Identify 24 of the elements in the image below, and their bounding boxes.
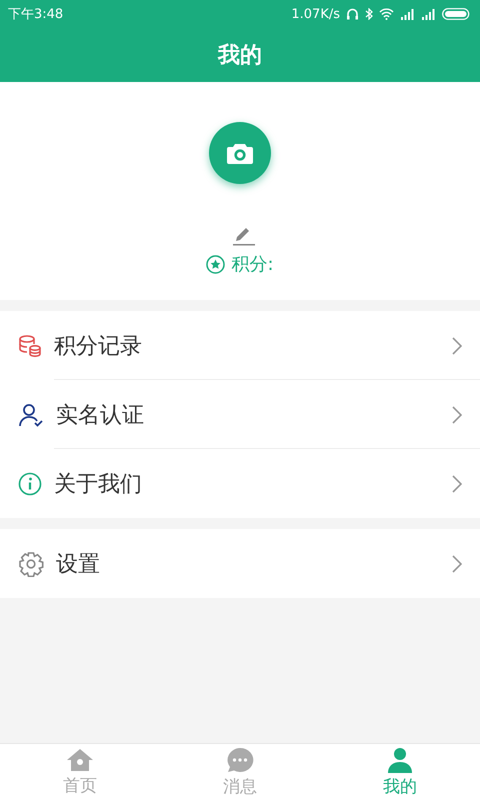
chevron-icon	[452, 474, 462, 492]
points-label: 积分:	[231, 253, 274, 276]
signal-icon	[400, 8, 415, 20]
user-check-icon	[18, 402, 44, 426]
edit-icon[interactable]	[232, 226, 256, 246]
home-icon	[66, 748, 94, 772]
camera-icon	[227, 142, 253, 164]
page-title: 我的	[218, 42, 262, 70]
status-time: 下午3:48	[8, 6, 64, 23]
wifi-icon	[379, 8, 394, 20]
person-icon	[387, 746, 413, 772]
chat-icon	[226, 746, 254, 772]
coins-icon	[18, 334, 42, 356]
headphones-icon	[346, 8, 359, 20]
chevron-icon	[452, 406, 462, 424]
settings-icon	[18, 550, 44, 576]
chevron-icon	[452, 336, 462, 354]
bluetooth-icon	[365, 8, 373, 20]
battery-icon	[442, 8, 470, 20]
camera-button[interactable]	[209, 122, 271, 184]
network-speed: 1.07K/s	[291, 6, 340, 22]
signal-icon	[421, 8, 436, 20]
info-icon	[18, 472, 42, 496]
chevron-icon	[452, 554, 462, 572]
